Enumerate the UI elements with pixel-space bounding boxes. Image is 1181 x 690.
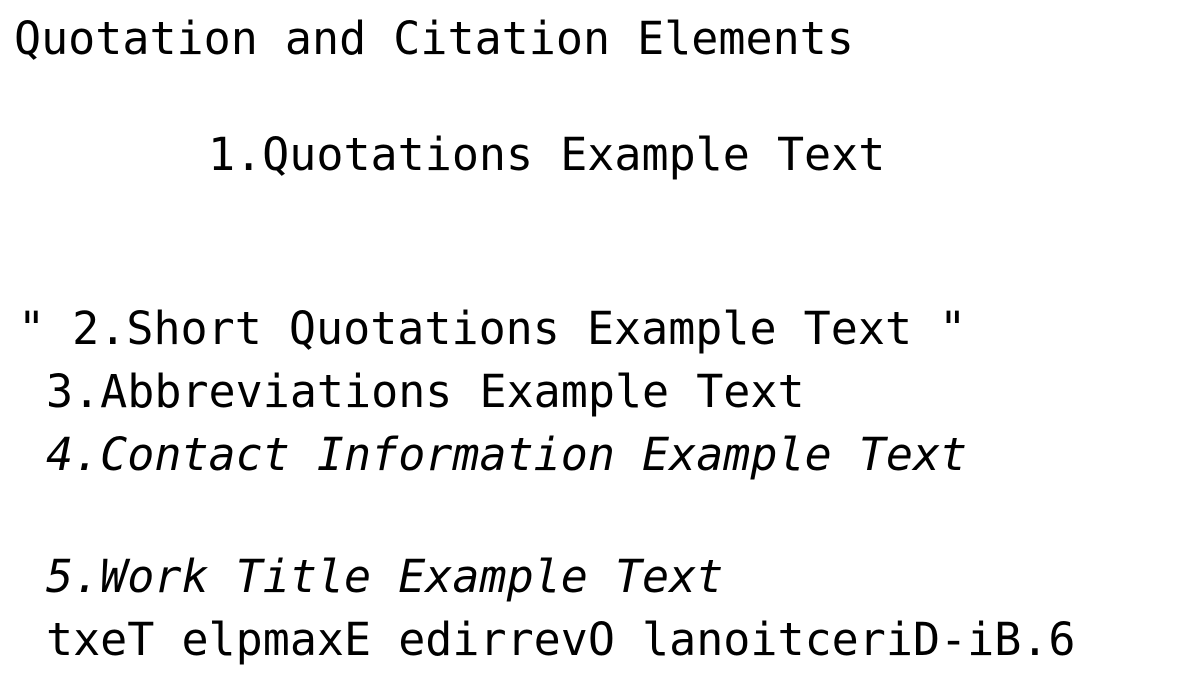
open-quote-mark: " xyxy=(18,302,46,355)
close-quote-mark: " xyxy=(939,302,967,355)
work-title: 5.Work Title Example Text xyxy=(46,550,724,603)
contact-information: 4.Contact Information Example Text xyxy=(46,428,968,481)
short-quotation: 2.Short Quotations Example Text xyxy=(45,302,940,355)
bidirectional-override-text: txeT elpmaxE edirrevO lanoitceriD-iB.6 xyxy=(46,613,1076,666)
abbreviation-line: 3.Abbreviations Example Text xyxy=(46,369,805,414)
work-title-line: 5.Work Title Example Text xyxy=(46,554,723,599)
abbreviation: 3.Abbreviations Example Text xyxy=(46,365,805,418)
short-quote-line: " 2.Short Quotations Example Text " xyxy=(18,302,966,355)
blockquote-quotations: 1.Quotations Example Text xyxy=(208,128,886,181)
page-title: Quotation and Citation Elements xyxy=(14,12,854,65)
